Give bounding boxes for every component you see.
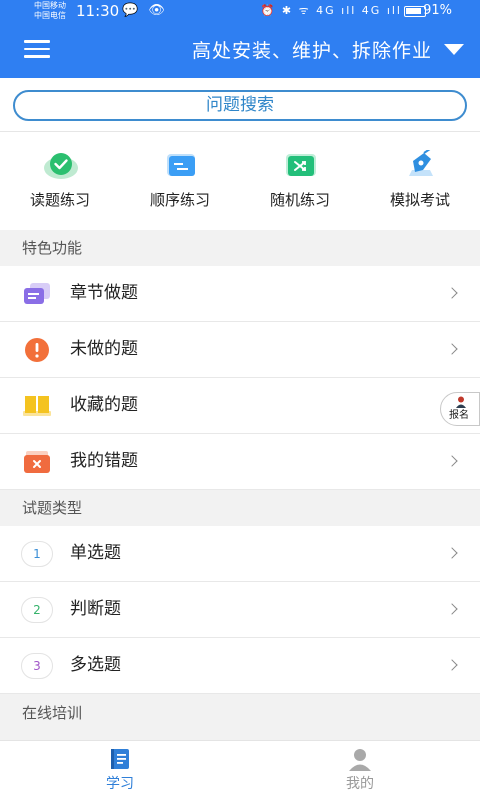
- quick-action-label: 读题练习: [29, 191, 90, 209]
- book-icon: [23, 396, 51, 416]
- list-item-wrong[interactable]: 我的错题: [0, 434, 480, 490]
- chevron-right-icon: [446, 455, 458, 467]
- study-book-icon: [111, 749, 129, 769]
- quick-action-label: 随机练习: [269, 191, 330, 209]
- quick-action-label: 顺序练习: [149, 191, 210, 209]
- list-item-label: 章节做题: [70, 283, 138, 303]
- quick-action-label: 模拟考试: [389, 191, 450, 209]
- section-header-question-types: 试题类型: [0, 490, 480, 526]
- header-title[interactable]: 高处安装、维护、拆除作业: [192, 38, 432, 64]
- tab-study[interactable]: 学习: [0, 741, 240, 800]
- list-item-undone[interactable]: 未做的题: [0, 322, 480, 378]
- list-item-label: 单选题: [70, 543, 121, 563]
- tab-label: 学习: [106, 776, 134, 792]
- quick-action-read[interactable]: 读题练习: [0, 132, 120, 230]
- status-bar: 中国移动 中国电信 11:30 💬 👁 ⏰ ✱ ᯤ 4G ıll 4G ıll …: [0, 0, 480, 24]
- list-item-label: 未做的题: [70, 339, 138, 359]
- quick-actions: 读题练习 顺序练习 随机练习 模拟考试: [0, 132, 480, 230]
- quick-action-sequential[interactable]: 顺序练习: [120, 132, 240, 230]
- exclamation-icon: [25, 338, 49, 362]
- signup-label: 报名: [449, 410, 469, 421]
- signal-icons: ⏰ ✱ ᯤ 4G ıll 4G ıll: [260, 4, 402, 17]
- tab-mine[interactable]: 我的: [240, 741, 480, 800]
- carrier-2: 中国电信: [34, 11, 66, 20]
- list-item-single-choice[interactable]: 1 单选题: [0, 526, 480, 582]
- user-icon: [349, 749, 371, 771]
- search-area: 问题搜索: [0, 78, 480, 132]
- quick-action-mock-exam[interactable]: 模拟考试: [360, 132, 480, 230]
- list-item-label: 多选题: [70, 655, 121, 675]
- list-icon: [167, 154, 195, 176]
- list-item-multiple-choice[interactable]: 3 多选题: [0, 638, 480, 694]
- pen-icon: [409, 150, 433, 176]
- chevron-right-icon: [446, 343, 458, 355]
- number-badge: 2: [21, 597, 53, 623]
- chevron-right-icon: [446, 287, 458, 299]
- section-header-online-training: 在线培训: [0, 694, 480, 734]
- status-time: 11:30: [76, 2, 120, 20]
- chevron-right-icon: [446, 603, 458, 615]
- shuffle-icon: [286, 154, 316, 176]
- list-item-true-false[interactable]: 2 判断题: [0, 582, 480, 638]
- section-header-features: 特色功能: [0, 230, 480, 266]
- number-badge: 3: [21, 653, 53, 679]
- bottom-tab-bar: 学习 我的: [0, 740, 480, 800]
- number-badge: 1: [21, 541, 53, 567]
- chevron-right-icon: [446, 659, 458, 671]
- list-item-chapter[interactable]: 章节做题: [0, 266, 480, 322]
- list-item-label: 我的错题: [70, 451, 138, 471]
- caret-down-icon[interactable]: [444, 44, 464, 55]
- hamburger-icon[interactable]: [24, 40, 50, 60]
- tab-label: 我的: [346, 776, 374, 792]
- wrong-icon: [24, 451, 50, 473]
- top-bar: 中国移动 中国电信 11:30 💬 👁 ⏰ ✱ ᯤ 4G ıll 4G ıll …: [0, 0, 480, 78]
- list-item-label: 判断题: [70, 599, 121, 619]
- carrier-1: 中国移动: [34, 1, 66, 10]
- notification-icons: 💬 👁: [122, 3, 168, 18]
- chapter-icon: [24, 283, 50, 304]
- quick-action-random[interactable]: 随机练习: [240, 132, 360, 230]
- signup-floating-button[interactable]: 报名: [440, 392, 480, 426]
- search-button[interactable]: 问题搜索: [13, 90, 467, 121]
- check-circle-icon: [44, 153, 78, 179]
- battery-percent: 91%: [423, 3, 452, 18]
- carrier-info: 中国移动 中国电信: [34, 1, 66, 21]
- list-item-favorites[interactable]: 收藏的题: [0, 378, 480, 434]
- chevron-right-icon: [446, 547, 458, 559]
- user-icon: [456, 396, 466, 408]
- list-item-label: 收藏的题: [70, 395, 138, 415]
